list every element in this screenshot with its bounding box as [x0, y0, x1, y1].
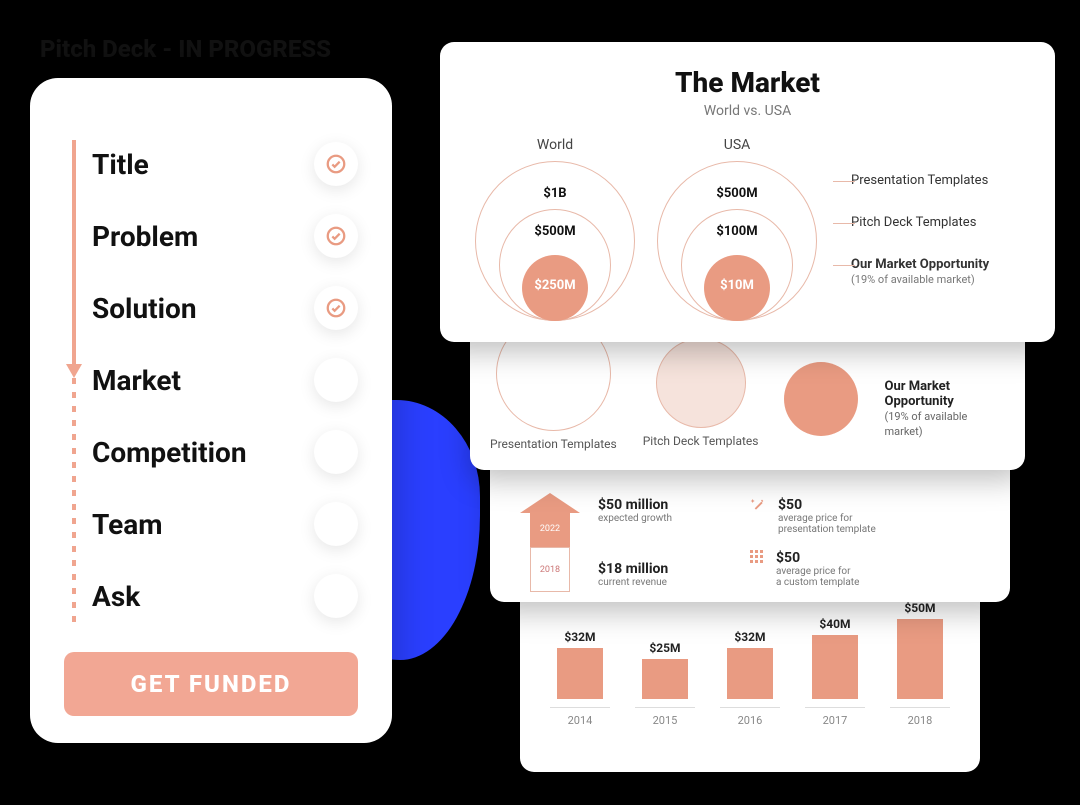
bar	[642, 659, 688, 699]
bar-2014: $32M 2014	[550, 630, 610, 727]
step-label: Problem	[92, 220, 198, 253]
bar-year: 2018	[890, 707, 950, 727]
legend-opportunity-sub: (19% of available market)	[851, 273, 975, 286]
progress-track-solid	[72, 140, 76, 370]
step-status-dot	[314, 142, 358, 186]
bar-value: $32M	[734, 630, 765, 644]
bar-year: 2014	[550, 707, 610, 727]
step-label: Ask	[92, 580, 140, 613]
bar	[557, 648, 603, 699]
growth-expected-sub: expected growth	[598, 513, 672, 524]
market-card-bars: $32M 2014 $25M 2015 $32M 2016 $40M 2017 $50M 2018	[520, 572, 980, 772]
bar	[727, 648, 773, 699]
progress-card: Title Problem Solution Market Competition Tea…	[30, 78, 392, 743]
venn-usa: $500M $100M $10M	[657, 161, 817, 331]
venn-world: $1B $500M $250M	[475, 161, 635, 331]
opportunity-sub: (19% of available market)	[884, 410, 967, 438]
venn-usa-inner: $10M	[720, 278, 754, 293]
bar-2016: $32M 2016	[720, 630, 780, 727]
circle-presentation-label: Presentation Templates	[490, 437, 617, 453]
circle-pitch	[656, 338, 746, 428]
legend-opportunity: Our Market Opportunity	[851, 257, 989, 272]
market-subtitle: World vs. USA	[470, 103, 1025, 119]
bar-value: $50M	[904, 601, 935, 615]
price-presentation-sub1: average price for	[778, 513, 876, 524]
arrow-year-bottom: 2018	[530, 547, 570, 592]
price-custom: $50	[776, 550, 800, 566]
step-problem[interactable]: Problem	[92, 200, 358, 272]
get-funded-button[interactable]: GET FUNDED	[64, 652, 358, 716]
pitch-deck-title: Pitch Deck - IN PROGRESS	[40, 35, 331, 63]
step-status-dot	[314, 430, 358, 474]
step-status-dot	[314, 286, 358, 330]
market-card-top: The Market World vs. USA World $1B $500M…	[440, 42, 1055, 342]
circle-pitch-label: Pitch Deck Templates	[643, 434, 759, 450]
bar-year: 2017	[805, 707, 865, 727]
step-status-dot	[314, 574, 358, 618]
step-label: Market	[92, 364, 181, 397]
arrow-year-top: 2022	[530, 511, 570, 547]
opportunity-label: Our Market Opportunity	[884, 379, 953, 409]
step-competition[interactable]: Competition	[92, 416, 358, 488]
legend-pitch: Pitch Deck Templates	[851, 215, 976, 230]
step-label: Solution	[92, 292, 197, 325]
price-custom-sub2: a custom template	[776, 577, 859, 588]
price-presentation: $50	[778, 497, 802, 513]
revenue-current: $18 million	[598, 561, 668, 577]
step-solution[interactable]: Solution	[92, 272, 358, 344]
venn-usa-mid: $100M	[716, 224, 757, 239]
step-title[interactable]: Title	[92, 128, 358, 200]
bar-value: $32M	[564, 630, 595, 644]
legend-presentation: Presentation Templates	[851, 173, 988, 188]
step-status-dot	[314, 358, 358, 402]
arrow-up-icon	[520, 493, 580, 513]
bar-year: 2016	[720, 707, 780, 727]
venn-label-usa: USA	[724, 137, 751, 153]
venn-world-outer: $1B	[543, 186, 566, 201]
progress-arrow-icon	[66, 364, 82, 378]
grid-icon	[750, 550, 764, 564]
bar-2017: $40M 2017	[805, 617, 865, 727]
step-label: Competition	[92, 436, 247, 469]
step-status-dot	[314, 502, 358, 546]
bar-2015: $25M 2015	[635, 641, 695, 727]
step-status-dot	[314, 214, 358, 258]
bar	[812, 635, 858, 699]
growth-expected: $50 million	[598, 497, 668, 513]
venn-world-mid: $500M	[534, 224, 575, 239]
venn-usa-outer: $500M	[716, 186, 757, 201]
price-presentation-sub2: presentation template	[778, 524, 876, 535]
step-market[interactable]: Market	[92, 344, 358, 416]
venn-world-inner: $250M	[534, 278, 575, 293]
bar-year: 2015	[635, 707, 695, 727]
market-legend: Presentation Templates Pitch Deck Templa…	[834, 137, 1025, 331]
step-team[interactable]: Team	[92, 488, 358, 560]
step-label: Team	[92, 508, 162, 541]
step-ask[interactable]: Ask	[92, 560, 358, 632]
market-title: The Market	[470, 66, 1025, 99]
step-label: Title	[92, 148, 149, 181]
growth-arrow: 2022 2018	[520, 497, 580, 592]
bar-value: $40M	[819, 617, 850, 631]
price-custom-sub1: average price for	[776, 566, 859, 577]
bar-value: $25M	[649, 641, 680, 655]
wand-icon	[750, 497, 766, 513]
venn-label-world: World	[537, 137, 573, 153]
bar-2018: $50M 2018	[890, 601, 950, 727]
circle-opportunity	[784, 362, 858, 436]
bar	[897, 619, 943, 699]
revenue-current-sub: current revenue	[598, 577, 672, 588]
